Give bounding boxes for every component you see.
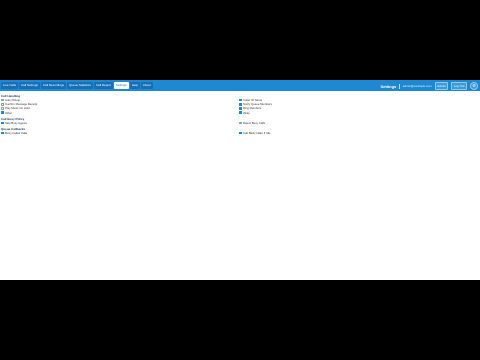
option-wrap[interactable]: Wrap — [239, 111, 477, 115]
option-skip-busy-agents[interactable]: Skip Busy Agents — [1, 121, 239, 125]
checkbox[interactable] — [239, 131, 242, 135]
top-navigation-bar: Live Calls Call Settings Call Recordings… — [0, 80, 480, 91]
checkbox[interactable] — [1, 111, 4, 114]
page-title: Settings — [380, 83, 397, 89]
logout-button[interactable]: Log Out — [451, 82, 467, 90]
option-label: Retry Failed Calls — [5, 131, 28, 136]
tab-help[interactable]: Help — [129, 82, 140, 89]
tab-settings[interactable]: Settings — [113, 82, 129, 89]
tab-call-settings[interactable]: Call Settings — [19, 82, 40, 89]
checkbox[interactable] — [1, 98, 4, 102]
checkbox[interactable] — [1, 131, 4, 135]
checkbox[interactable] — [239, 107, 242, 110]
checkbox[interactable] — [239, 121, 242, 125]
tab-live-calls[interactable]: Live Calls — [1, 82, 19, 89]
option-label: Skip Busy Agents — [5, 120, 27, 125]
gear-icon[interactable]: ⚙ — [470, 82, 478, 90]
user-label: admin@example.com — [402, 84, 432, 88]
checkbox[interactable] — [1, 107, 4, 110]
option-call-back-caller-if-idle[interactable]: Call Back Caller If Idle — [239, 131, 477, 135]
checkbox[interactable] — [1, 121, 4, 125]
checkbox[interactable] — [239, 102, 242, 106]
settings-row: Retry Failed Calls Call Back Caller If I… — [1, 131, 477, 135]
option-label: Wrap — [243, 110, 250, 115]
settings-content: Call Handling Auto Pickup Caller ID Name… — [1, 94, 477, 135]
checkbox[interactable] — [239, 111, 242, 114]
app-window: Live Calls Call Settings Call Recordings… — [0, 80, 480, 280]
tab-call-recordings[interactable]: Call Recordings — [40, 82, 67, 89]
option-other[interactable]: Other — [1, 111, 239, 115]
settings-row: Skip Busy Agents Reject Busy Calls — [1, 121, 477, 125]
divider — [399, 83, 400, 89]
nav-tabs: Live Calls Call Settings Call Recordings… — [1, 82, 153, 89]
tab-about[interactable]: About — [140, 82, 153, 89]
checkbox[interactable] — [239, 98, 242, 102]
header-tools: Settings admin@example.com Admin Log Out… — [380, 82, 478, 90]
option-label: Call Back Caller If Idle — [243, 131, 271, 136]
settings-row: Other Wrap — [1, 111, 477, 115]
checkbox[interactable] — [1, 102, 4, 106]
option-retry-failed-calls[interactable]: Retry Failed Calls — [1, 131, 239, 135]
option-reject-busy-calls[interactable]: Reject Busy Calls — [239, 121, 477, 125]
option-label: Other — [5, 110, 13, 115]
role-button[interactable]: Admin — [434, 82, 449, 90]
tab-call-report[interactable]: Call Report — [93, 82, 113, 89]
option-label: Reject Busy Calls — [243, 120, 266, 125]
tab-queue-statistics[interactable]: Queue Statistics — [67, 82, 93, 89]
